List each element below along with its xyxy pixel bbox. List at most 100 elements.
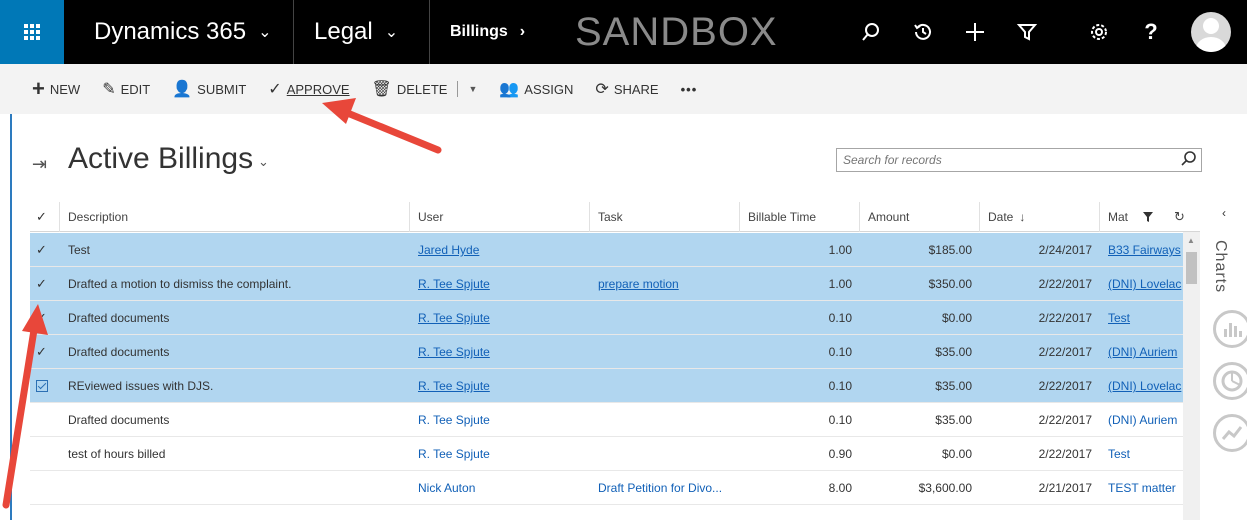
- cell-matter-text[interactable]: (DNI) Lovelac: [1108, 277, 1181, 291]
- cell-matter[interactable]: (DNI) Auriem: [1100, 335, 1183, 369]
- column-header-amount[interactable]: Amount: [860, 202, 980, 232]
- approve-button[interactable]: ✓ APPROVE: [268, 79, 349, 99]
- table-row[interactable]: test of hours billed R. Tee Spjute 0.90 $0.…: [30, 437, 1183, 471]
- row-checkbox[interactable]: ✓: [30, 301, 60, 335]
- cell-matter-text[interactable]: (DNI) Lovelac: [1108, 379, 1181, 393]
- cell-matter-text[interactable]: Test: [1108, 447, 1130, 461]
- cell-amount-text: $0.00: [941, 311, 972, 325]
- cell-user-text[interactable]: Nick Auton: [418, 481, 475, 495]
- select-all-checkbox[interactable]: ✓: [30, 202, 60, 232]
- search-input[interactable]: [836, 148, 1202, 172]
- column-header-billable-time[interactable]: Billable Time: [740, 202, 860, 232]
- cell-matter-text[interactable]: B33 Fairways: [1108, 243, 1181, 257]
- cell-user-text[interactable]: R. Tee Spjute: [418, 379, 490, 393]
- cell-task-text[interactable]: Draft Petition for Divo...: [598, 481, 722, 495]
- table-row[interactable]: REviewed issues with DJS. R. Tee Spjute 0.…: [30, 369, 1183, 403]
- cell-matter-text[interactable]: Test: [1108, 311, 1130, 325]
- scroll-up-icon[interactable]: ▲: [1187, 236, 1195, 245]
- charts-pane-label[interactable]: Charts: [1211, 240, 1229, 293]
- cell-user[interactable]: Nick Auton: [410, 471, 590, 505]
- table-row[interactable]: ✓ Test Jared Hyde 1.00 $185.00 2/24/2017 B33 F…: [30, 233, 1183, 267]
- cell-user[interactable]: R. Tee Spjute: [410, 437, 590, 471]
- cell-task[interactable]: prepare motion: [590, 267, 740, 301]
- cell-user-text[interactable]: R. Tee Spjute: [418, 345, 490, 359]
- cell-matter[interactable]: (DNI) Lovelac: [1100, 369, 1183, 403]
- avatar[interactable]: [1191, 12, 1231, 52]
- cell-matter-text[interactable]: (DNI) Auriem: [1108, 413, 1177, 427]
- row-checkbox[interactable]: [30, 369, 60, 403]
- cell-matter-text[interactable]: (DNI) Auriem: [1108, 345, 1177, 359]
- cell-user-text[interactable]: R. Tee Spjute: [418, 413, 490, 427]
- grid-scrollbar[interactable]: ▲: [1183, 232, 1200, 520]
- chevron-down-icon[interactable]: ⌄: [258, 154, 269, 170]
- cell-user[interactable]: R. Tee Spjute: [410, 403, 590, 437]
- share-button[interactable]: ⟳ SHARE: [595, 79, 658, 99]
- recent-records-button[interactable]: [897, 0, 949, 64]
- cell-user[interactable]: R. Tee Spjute: [410, 301, 590, 335]
- line-chart-glyph: [1221, 426, 1243, 440]
- cell-user-text[interactable]: Jared Hyde: [418, 243, 479, 257]
- table-row[interactable]: Drafted documents R. Tee Spjute 0.10 $35.00…: [30, 403, 1183, 437]
- cell-matter[interactable]: (DNI) Auriem: [1100, 403, 1183, 437]
- row-checkbox[interactable]: ✓: [30, 267, 60, 301]
- table-row[interactable]: Nick Auton Draft Petition for Divo... 8.00…: [30, 471, 1183, 505]
- area-switcher[interactable]: Legal ⌄: [294, 0, 430, 64]
- scrollbar-thumb[interactable]: [1186, 252, 1197, 284]
- bar-chart-icon[interactable]: [1213, 310, 1247, 348]
- entity-breadcrumb[interactable]: Billings ›: [430, 0, 570, 64]
- delete-button[interactable]: 🗑 DELETE: [372, 79, 448, 99]
- cell-user[interactable]: R. Tee Spjute: [410, 267, 590, 301]
- assign-button[interactable]: 👥 ASSIGN: [499, 79, 573, 99]
- advanced-find-button[interactable]: [1001, 0, 1053, 64]
- search-button[interactable]: [845, 0, 897, 64]
- cell-matter[interactable]: Test: [1100, 301, 1183, 335]
- cell-matter[interactable]: TEST matter: [1100, 471, 1183, 505]
- column-header-date[interactable]: Date ↓: [980, 202, 1100, 232]
- refresh-icon[interactable]: ↻: [1174, 209, 1185, 225]
- cell-task-text[interactable]: prepare motion: [598, 277, 679, 291]
- cell-user[interactable]: R. Tee Spjute: [410, 369, 590, 403]
- history-icon: [914, 23, 931, 40]
- caret-down-icon[interactable]: ▼: [468, 84, 477, 94]
- column-header-description[interactable]: Description: [60, 202, 410, 232]
- edit-button[interactable]: ✎ EDIT: [102, 79, 150, 99]
- table-row[interactable]: ✓ Drafted a motion to dismiss the complai…: [30, 267, 1183, 301]
- cell-matter[interactable]: Test: [1100, 437, 1183, 471]
- filter-icon[interactable]: [1142, 211, 1154, 223]
- column-header-user[interactable]: User: [410, 202, 590, 232]
- settings-button[interactable]: [1073, 0, 1125, 64]
- submit-button[interactable]: 👤 SUBMIT: [172, 79, 246, 99]
- row-checkbox[interactable]: [30, 437, 60, 471]
- cell-matter[interactable]: (DNI) Lovelac: [1100, 267, 1183, 301]
- table-row[interactable]: ✓ Drafted documents R. Tee Spjute 0.10 $0.00…: [30, 301, 1183, 335]
- cell-user-text[interactable]: R. Tee Spjute: [418, 311, 490, 325]
- pie-chart-icon[interactable]: [1213, 362, 1247, 400]
- search-icon[interactable]: [1180, 150, 1198, 168]
- row-checkbox[interactable]: [30, 471, 60, 505]
- column-header-task[interactable]: Task: [590, 202, 740, 232]
- cell-user[interactable]: R. Tee Spjute: [410, 335, 590, 369]
- pin-icon[interactable]: ⇥: [32, 154, 47, 175]
- app-launcher-button[interactable]: [0, 0, 64, 64]
- cell-date: 2/22/2017: [980, 369, 1100, 403]
- column-header-matter[interactable]: Mat ↻: [1100, 202, 1200, 232]
- cell-matter[interactable]: B33 Fairways: [1100, 233, 1183, 267]
- cell-user-text[interactable]: R. Tee Spjute: [418, 447, 490, 461]
- quick-create-button[interactable]: [949, 0, 1001, 64]
- more-commands-button[interactable]: •••: [681, 82, 698, 97]
- app-switcher[interactable]: Dynamics 365 ⌄: [64, 0, 294, 64]
- page-title[interactable]: Active Billings: [68, 142, 253, 176]
- cell-matter-text[interactable]: TEST matter: [1108, 481, 1176, 495]
- cell-user[interactable]: Jared Hyde: [410, 233, 590, 267]
- row-checkbox[interactable]: ✓: [30, 335, 60, 369]
- help-button[interactable]: ?: [1125, 0, 1177, 64]
- cell-user-text[interactable]: R. Tee Spjute: [418, 277, 490, 291]
- new-button[interactable]: + NEW: [32, 76, 80, 102]
- chevron-left-icon[interactable]: ‹: [1222, 206, 1226, 220]
- line-chart-icon[interactable]: [1213, 414, 1247, 452]
- row-checkbox[interactable]: [30, 403, 60, 437]
- column-header-date-label: Date: [988, 210, 1014, 224]
- row-checkbox[interactable]: ✓: [30, 233, 60, 267]
- table-row[interactable]: ✓ Drafted documents R. Tee Spjute 0.10 $35.0…: [30, 335, 1183, 369]
- cell-task[interactable]: Draft Petition for Divo...: [590, 471, 740, 505]
